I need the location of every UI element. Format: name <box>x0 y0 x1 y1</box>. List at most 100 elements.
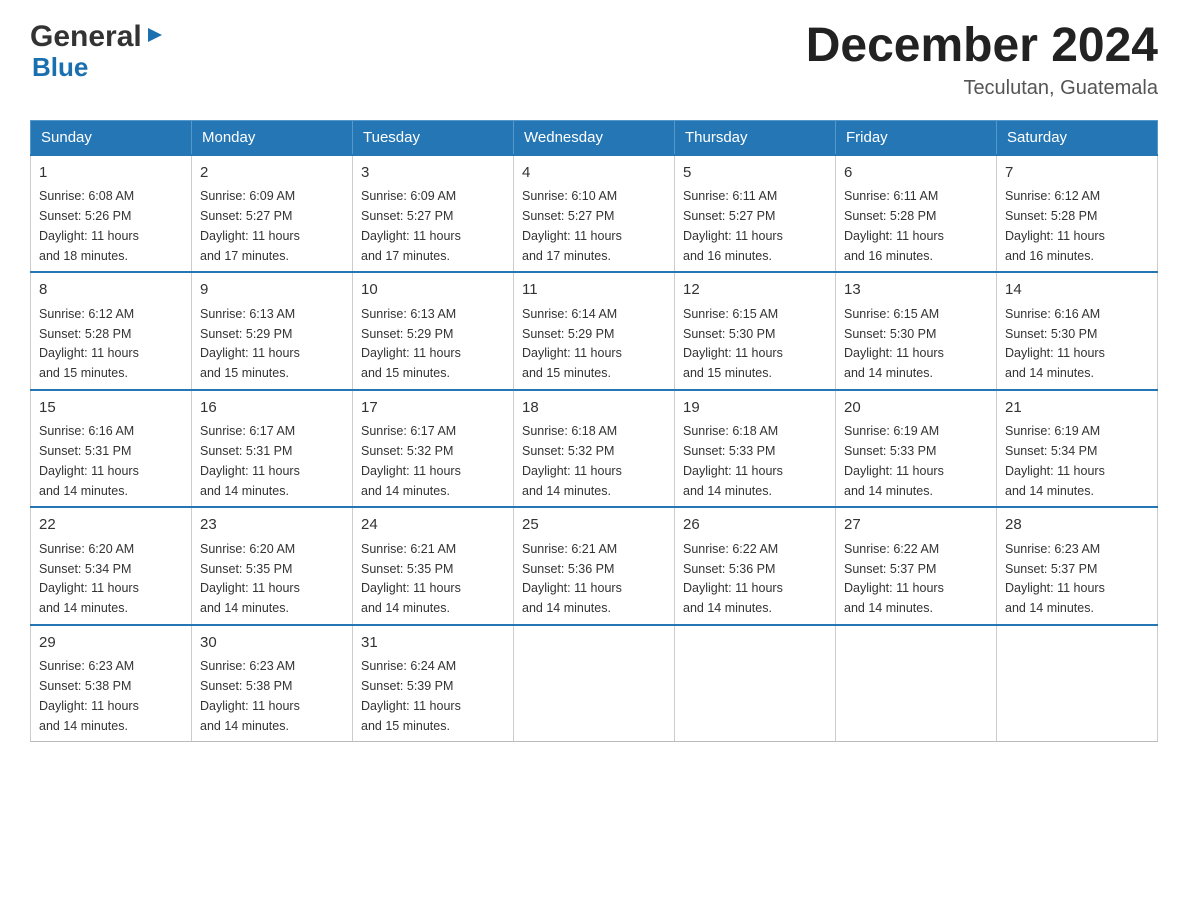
col-friday: Friday <box>836 120 997 155</box>
table-row: 29 Sunrise: 6:23 AMSunset: 5:38 PMDaylig… <box>31 625 192 742</box>
day-info: Sunrise: 6:09 AMSunset: 5:27 PMDaylight:… <box>361 189 461 262</box>
table-row <box>514 625 675 742</box>
day-number: 28 <box>1005 514 1149 537</box>
table-row: 3 Sunrise: 6:09 AMSunset: 5:27 PMDayligh… <box>353 155 514 273</box>
table-row: 26 Sunrise: 6:22 AMSunset: 5:36 PMDaylig… <box>675 507 836 625</box>
day-number: 18 <box>522 397 666 420</box>
table-row: 16 Sunrise: 6:17 AMSunset: 5:31 PMDaylig… <box>192 390 353 508</box>
day-info: Sunrise: 6:23 AMSunset: 5:38 PMDaylight:… <box>200 659 300 732</box>
table-row: 4 Sunrise: 6:10 AMSunset: 5:27 PMDayligh… <box>514 155 675 273</box>
table-row: 31 Sunrise: 6:24 AMSunset: 5:39 PMDaylig… <box>353 625 514 742</box>
calendar-table: Sunday Monday Tuesday Wednesday Thursday… <box>30 120 1158 743</box>
table-row: 21 Sunrise: 6:19 AMSunset: 5:34 PMDaylig… <box>997 390 1158 508</box>
day-info: Sunrise: 6:09 AMSunset: 5:27 PMDaylight:… <box>200 189 300 262</box>
table-row: 14 Sunrise: 6:16 AMSunset: 5:30 PMDaylig… <box>997 272 1158 390</box>
day-info: Sunrise: 6:18 AMSunset: 5:32 PMDaylight:… <box>522 424 622 497</box>
day-number: 5 <box>683 162 827 185</box>
table-row: 19 Sunrise: 6:18 AMSunset: 5:33 PMDaylig… <box>675 390 836 508</box>
day-number: 16 <box>200 397 344 420</box>
logo: General Blue <box>30 20 166 82</box>
day-number: 4 <box>522 162 666 185</box>
col-wednesday: Wednesday <box>514 120 675 155</box>
day-number: 27 <box>844 514 988 537</box>
day-number: 14 <box>1005 279 1149 302</box>
day-info: Sunrise: 6:15 AMSunset: 5:30 PMDaylight:… <box>683 307 783 380</box>
calendar-header-row: Sunday Monday Tuesday Wednesday Thursday… <box>31 120 1158 155</box>
logo-general: General <box>30 20 142 53</box>
table-row: 13 Sunrise: 6:15 AMSunset: 5:30 PMDaylig… <box>836 272 997 390</box>
day-info: Sunrise: 6:19 AMSunset: 5:33 PMDaylight:… <box>844 424 944 497</box>
day-number: 8 <box>39 279 183 302</box>
month-title: December 2024 <box>806 20 1158 73</box>
table-row <box>997 625 1158 742</box>
table-row: 30 Sunrise: 6:23 AMSunset: 5:38 PMDaylig… <box>192 625 353 742</box>
table-row: 12 Sunrise: 6:15 AMSunset: 5:30 PMDaylig… <box>675 272 836 390</box>
day-info: Sunrise: 6:10 AMSunset: 5:27 PMDaylight:… <box>522 189 622 262</box>
day-number: 3 <box>361 162 505 185</box>
day-info: Sunrise: 6:22 AMSunset: 5:37 PMDaylight:… <box>844 542 944 615</box>
logo-icon <box>144 24 166 46</box>
table-row: 27 Sunrise: 6:22 AMSunset: 5:37 PMDaylig… <box>836 507 997 625</box>
table-row: 18 Sunrise: 6:18 AMSunset: 5:32 PMDaylig… <box>514 390 675 508</box>
table-row: 1 Sunrise: 6:08 AMSunset: 5:26 PMDayligh… <box>31 155 192 273</box>
col-monday: Monday <box>192 120 353 155</box>
day-info: Sunrise: 6:23 AMSunset: 5:37 PMDaylight:… <box>1005 542 1105 615</box>
day-number: 25 <box>522 514 666 537</box>
table-row: 22 Sunrise: 6:20 AMSunset: 5:34 PMDaylig… <box>31 507 192 625</box>
day-info: Sunrise: 6:21 AMSunset: 5:35 PMDaylight:… <box>361 542 461 615</box>
day-info: Sunrise: 6:14 AMSunset: 5:29 PMDaylight:… <box>522 307 622 380</box>
table-row: 25 Sunrise: 6:21 AMSunset: 5:36 PMDaylig… <box>514 507 675 625</box>
logo-blue: Blue <box>32 53 166 82</box>
day-info: Sunrise: 6:13 AMSunset: 5:29 PMDaylight:… <box>200 307 300 380</box>
title-area: December 2024 Teculutan, Guatemala <box>806 20 1158 100</box>
calendar-week-row: 15 Sunrise: 6:16 AMSunset: 5:31 PMDaylig… <box>31 390 1158 508</box>
table-row: 28 Sunrise: 6:23 AMSunset: 5:37 PMDaylig… <box>997 507 1158 625</box>
day-number: 26 <box>683 514 827 537</box>
day-number: 30 <box>200 632 344 655</box>
day-number: 10 <box>361 279 505 302</box>
table-row: 9 Sunrise: 6:13 AMSunset: 5:29 PMDayligh… <box>192 272 353 390</box>
day-number: 7 <box>1005 162 1149 185</box>
col-saturday: Saturday <box>997 120 1158 155</box>
col-sunday: Sunday <box>31 120 192 155</box>
day-number: 20 <box>844 397 988 420</box>
day-number: 17 <box>361 397 505 420</box>
day-info: Sunrise: 6:11 AMSunset: 5:27 PMDaylight:… <box>683 189 783 262</box>
table-row <box>836 625 997 742</box>
day-info: Sunrise: 6:08 AMSunset: 5:26 PMDaylight:… <box>39 189 139 262</box>
table-row: 7 Sunrise: 6:12 AMSunset: 5:28 PMDayligh… <box>997 155 1158 273</box>
calendar-week-row: 1 Sunrise: 6:08 AMSunset: 5:26 PMDayligh… <box>31 155 1158 273</box>
day-number: 21 <box>1005 397 1149 420</box>
table-row <box>675 625 836 742</box>
day-info: Sunrise: 6:15 AMSunset: 5:30 PMDaylight:… <box>844 307 944 380</box>
day-number: 19 <box>683 397 827 420</box>
day-number: 13 <box>844 279 988 302</box>
day-info: Sunrise: 6:22 AMSunset: 5:36 PMDaylight:… <box>683 542 783 615</box>
day-info: Sunrise: 6:20 AMSunset: 5:34 PMDaylight:… <box>39 542 139 615</box>
col-tuesday: Tuesday <box>353 120 514 155</box>
day-number: 22 <box>39 514 183 537</box>
day-number: 12 <box>683 279 827 302</box>
day-number: 11 <box>522 279 666 302</box>
day-number: 9 <box>200 279 344 302</box>
calendar-week-row: 22 Sunrise: 6:20 AMSunset: 5:34 PMDaylig… <box>31 507 1158 625</box>
table-row: 8 Sunrise: 6:12 AMSunset: 5:28 PMDayligh… <box>31 272 192 390</box>
day-info: Sunrise: 6:17 AMSunset: 5:32 PMDaylight:… <box>361 424 461 497</box>
table-row: 10 Sunrise: 6:13 AMSunset: 5:29 PMDaylig… <box>353 272 514 390</box>
day-number: 1 <box>39 162 183 185</box>
day-number: 6 <box>844 162 988 185</box>
day-info: Sunrise: 6:12 AMSunset: 5:28 PMDaylight:… <box>39 307 139 380</box>
location: Teculutan, Guatemala <box>806 77 1158 100</box>
day-number: 24 <box>361 514 505 537</box>
day-info: Sunrise: 6:12 AMSunset: 5:28 PMDaylight:… <box>1005 189 1105 262</box>
day-info: Sunrise: 6:11 AMSunset: 5:28 PMDaylight:… <box>844 189 944 262</box>
table-row: 20 Sunrise: 6:19 AMSunset: 5:33 PMDaylig… <box>836 390 997 508</box>
table-row: 6 Sunrise: 6:11 AMSunset: 5:28 PMDayligh… <box>836 155 997 273</box>
table-row: 23 Sunrise: 6:20 AMSunset: 5:35 PMDaylig… <box>192 507 353 625</box>
day-info: Sunrise: 6:24 AMSunset: 5:39 PMDaylight:… <box>361 659 461 732</box>
day-info: Sunrise: 6:17 AMSunset: 5:31 PMDaylight:… <box>200 424 300 497</box>
page-header: General Blue December 2024 Teculutan, Gu… <box>30 20 1158 100</box>
day-info: Sunrise: 6:23 AMSunset: 5:38 PMDaylight:… <box>39 659 139 732</box>
calendar-week-row: 29 Sunrise: 6:23 AMSunset: 5:38 PMDaylig… <box>31 625 1158 742</box>
day-number: 15 <box>39 397 183 420</box>
